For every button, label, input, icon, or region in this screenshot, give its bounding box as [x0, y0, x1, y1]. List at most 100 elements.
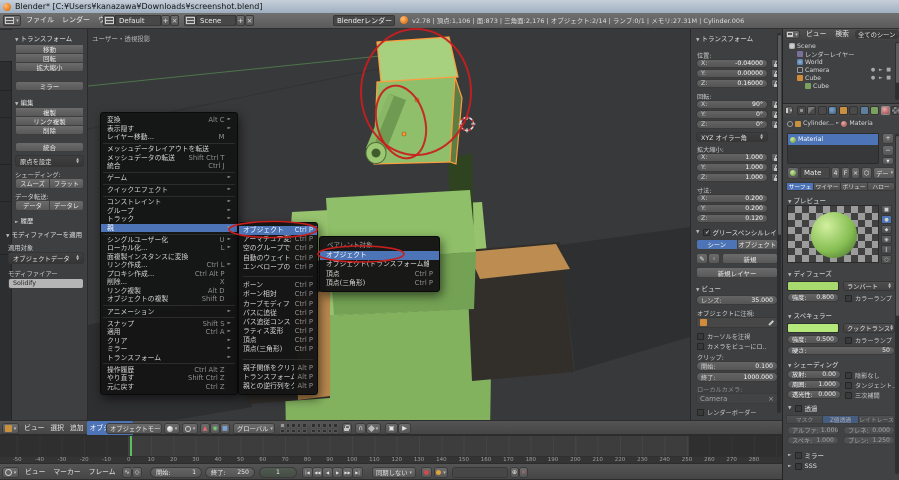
apply-target-dropdown[interactable]: オブジェクトデータ▲▼ [8, 252, 84, 264]
layout-add-button[interactable]: + [161, 15, 170, 26]
lock-object-field[interactable] [696, 317, 778, 328]
snap-magnet-icon[interactable]: ∩ [355, 423, 366, 434]
menu-item[interactable]: オブジェクトの複製 Shift D ► [101, 295, 237, 304]
menu-item[interactable]: 適用 Ctrl A ► [101, 328, 237, 337]
alpha-slider[interactable]: アルファ:1.000 [787, 426, 839, 435]
outliner-menu-search[interactable]: 検索 [832, 29, 852, 40]
menu-item[interactable]: コンストレイント ► [101, 198, 237, 207]
material-name-field[interactable]: Mate [800, 167, 830, 179]
spec-transparency-slider[interactable]: スペキ:1.000 [787, 436, 839, 445]
layout-close-button[interactable]: × [170, 15, 179, 26]
tab-data-icon[interactable] [870, 106, 879, 115]
restriction-icons[interactable]: ● ► ■ [871, 67, 892, 73]
tab-world-icon[interactable] [828, 106, 837, 115]
lock-cursor-checkbox[interactable] [697, 333, 704, 340]
screen-layout-icon[interactable] [103, 15, 115, 26]
tab-object-icon[interactable] [839, 106, 848, 115]
menu-item[interactable]: 自動のウェイトで Ctrl P [239, 254, 317, 263]
material-type-tab[interactable]: ワイヤー [813, 182, 841, 191]
menu-item[interactable] [239, 272, 317, 281]
preview-flat-button[interactable]: ■ [881, 205, 892, 214]
number-field[interactable]: Y:0° [696, 110, 768, 119]
tab-texture-icon[interactable] [891, 106, 899, 115]
panel-header-edit[interactable]: ▼編集 [15, 97, 33, 107]
number-field[interactable]: X:90° [696, 100, 768, 109]
material-slot-row[interactable]: Material [788, 134, 878, 145]
shelf-tab-create[interactable] [0, 63, 12, 91]
shelf-tab-animation[interactable] [0, 119, 12, 165]
orientation-dropdown[interactable]: グローバル▾ [233, 423, 275, 434]
menu-item[interactable]: トランスフォーム ► [101, 354, 237, 363]
menu-item[interactable]: 変換 Alt C ► [101, 116, 237, 125]
render-opengl-button[interactable]: ▣ [385, 423, 398, 434]
menu-item[interactable]: 削除... X ► [101, 278, 237, 287]
scene-icon[interactable] [184, 15, 196, 26]
start-frame-field[interactable]: 開始:1 [150, 467, 202, 478]
menu-item[interactable]: 追加 [67, 421, 87, 436]
panel-header-history[interactable]: ►履歴 [15, 215, 33, 225]
menu-item[interactable]: アーマチュア変形 Ctrl P [239, 235, 317, 244]
current-frame-marker[interactable] [130, 436, 132, 456]
outliner-scope-dropdown[interactable]: 全てのシーン▾ [855, 30, 899, 39]
shelf-tab-tools[interactable] [0, 30, 12, 62]
outliner-menu-view[interactable]: ビュー [803, 29, 829, 40]
menu-item[interactable]: スナップ Shift S ► [101, 320, 237, 329]
menu-item[interactable] [239, 355, 317, 364]
menu-item[interactable]: プロキシ作成... Ctrl Alt P ► [101, 270, 237, 279]
set-origin-dropdown[interactable]: 原点を設定▲▼ [15, 155, 84, 167]
diffuse-color-swatch[interactable] [787, 281, 839, 291]
transparency-checkbox[interactable] [795, 405, 802, 412]
menu-item[interactable]: 表示隠す ► [101, 125, 237, 134]
menu-item[interactable]: 頂点 Ctrl P [239, 336, 317, 345]
panel-header-apply-modifier[interactable]: ▼モディファイアーを適用 [6, 229, 82, 239]
panel-header-view[interactable]: ▼ビュー [696, 283, 721, 293]
outliner-row[interactable]: レンダーレイヤー ● ► ■ [783, 50, 899, 58]
timeline-strip[interactable]: -50-40-30-20-100102030405060708090100110… [0, 435, 782, 463]
mirror-button[interactable]: ミラー [15, 81, 84, 91]
rotation-mode-dropdown[interactable]: XYZ オイラー角▲▼ [696, 132, 768, 142]
end-frame-field[interactable]: 終了:250 [205, 467, 255, 478]
outliner-row[interactable]: Cube ● ► ■ [783, 82, 899, 90]
preview-hair-button[interactable]: ∥ [881, 245, 892, 254]
tangent-checkbox[interactable] [845, 382, 852, 389]
flat-button[interactable]: フラット [49, 178, 84, 189]
menu-item[interactable]: メッシュデータレイアウトを転送 ► [101, 145, 237, 154]
transparency-mode-tab[interactable]: Z値透過 [822, 415, 859, 424]
mode-dropdown[interactable]: オブジェクトモード▾ [106, 423, 162, 434]
specular-shader-dropdown[interactable]: クックトランス▲▼ [843, 323, 895, 333]
shelf-tab-relations[interactable] [0, 92, 12, 118]
pin-icon[interactable] [787, 121, 793, 127]
panel-header-shading[interactable]: ▼シェーディング [788, 359, 839, 369]
material-type-tab[interactable]: サーフェ [786, 182, 814, 191]
data-menu-dropdown[interactable]: デー▾ [873, 167, 895, 179]
menu-item[interactable]: 頂点 Ctrl P [320, 270, 439, 279]
slot-specials-button[interactable]: ▾ [882, 157, 894, 165]
specular-ramp-checkbox[interactable] [845, 337, 852, 344]
number-field[interactable]: X:0.200 [696, 194, 768, 203]
outliner-row[interactable]: Cube ● ► ■ [783, 74, 899, 82]
lens-field[interactable]: レンズ:35.000 [696, 295, 778, 305]
number-field[interactable]: Y:1.000 [696, 163, 768, 172]
panel-header-sss[interactable]: ►SSS [788, 462, 817, 470]
menu-item[interactable]: クイックエフェクト ► [101, 186, 237, 195]
menu-item[interactable]: オブジェクト Ctrl P [239, 226, 317, 235]
panel-header-transform[interactable]: ▼トランスフォーム [696, 33, 753, 43]
menu-item[interactable]: 頂点(三角形) Ctrl P [320, 279, 439, 288]
properties-scrollbar[interactable] [895, 134, 899, 474]
sss-checkbox[interactable] [795, 463, 802, 470]
number-field[interactable]: X:-0.04000 [696, 59, 768, 68]
grease-pencil-checkbox[interactable] [703, 229, 710, 236]
gp-draw-icon[interactable]: ✎ [696, 253, 708, 264]
menu-item[interactable]: やり直す Shift Ctrl Z ► [101, 374, 237, 383]
menu-item[interactable]: ビュー [21, 421, 47, 436]
blend-slider[interactable]: ブレン:1.250 [843, 436, 895, 445]
users-count-button[interactable]: 4 [831, 167, 840, 179]
hardness-slider[interactable]: 硬さ:50 [787, 346, 895, 355]
transparency-mode-tab[interactable]: レイトレース [858, 415, 895, 424]
breadcrumb-object[interactable]: Cylinder... [803, 120, 834, 127]
render-border-checkbox[interactable] [697, 409, 704, 416]
menu-item[interactable]: パス追従コンストレイント Ctrl P [239, 318, 317, 327]
cubic-checkbox[interactable] [845, 392, 852, 399]
smooth-button[interactable]: スムーズ [15, 178, 50, 189]
snap-element-dropdown[interactable]: ▾ [366, 423, 381, 434]
